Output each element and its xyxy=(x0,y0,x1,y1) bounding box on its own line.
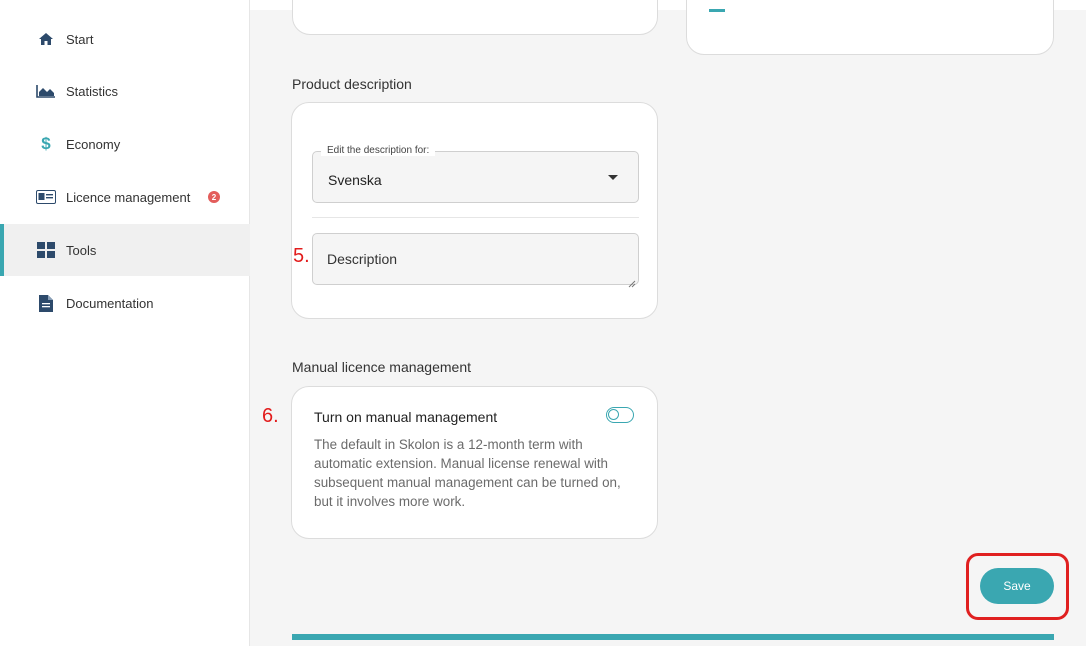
manual-management-description: The default in Skolon is a 12-month term… xyxy=(314,437,621,509)
sidebar-item-tools[interactable]: Tools xyxy=(0,224,250,276)
sidebar-item-documentation[interactable]: Documentation xyxy=(0,277,250,329)
next-section-title-cropped xyxy=(292,640,622,646)
sidebar-item-licence-management[interactable]: Licence management 2 xyxy=(0,171,250,223)
sidebar-item-label: Economy xyxy=(66,136,121,152)
resize-grip-icon[interactable] xyxy=(628,275,636,288)
annotation-step-5: 5. xyxy=(293,245,310,267)
manual-licence-card: Turn on manual management The default in… xyxy=(291,386,658,539)
annotation-step-6: 6. xyxy=(262,405,279,427)
area-chart-icon xyxy=(36,81,56,101)
toggle-knob xyxy=(608,409,619,420)
sidebar: Start Statistics $ Economy Licence manag… xyxy=(0,0,250,646)
sidebar-item-label: Licence management xyxy=(66,189,191,205)
sidebar-item-label: Tools xyxy=(66,242,97,258)
toggle-label: Turn on manual management xyxy=(314,409,498,425)
description-input[interactable] xyxy=(312,233,639,285)
sidebar-item-economy[interactable]: $ Economy xyxy=(0,118,250,170)
sidebar-item-statistics[interactable]: Statistics xyxy=(0,65,250,117)
notification-badge: 2 xyxy=(208,191,220,203)
previous-card-right xyxy=(686,0,1054,55)
product-description-card: Edit the description for: Svenska xyxy=(291,102,658,319)
grid-icon xyxy=(36,240,56,260)
previous-card xyxy=(292,0,658,35)
manual-management-toggle[interactable] xyxy=(606,407,634,423)
dollar-icon: $ xyxy=(41,134,51,153)
product-description-title: Product description xyxy=(292,76,412,92)
sidebar-item-label: Documentation xyxy=(66,295,154,311)
save-button[interactable]: Save xyxy=(980,568,1054,604)
sidebar-item-label: Statistics xyxy=(66,83,119,99)
document-icon xyxy=(36,293,56,313)
manual-licence-title: Manual licence management xyxy=(292,359,471,375)
id-card-icon xyxy=(36,187,56,207)
sidebar-item-label: Start xyxy=(66,31,94,47)
divider xyxy=(312,217,639,218)
sidebar-item-start[interactable]: Start xyxy=(0,13,250,65)
language-select[interactable]: Edit the description for: Svenska xyxy=(312,145,639,203)
select-legend: Edit the description for: xyxy=(321,145,436,156)
home-icon xyxy=(36,29,56,49)
chevron-down-icon xyxy=(608,175,618,180)
select-value: Svenska xyxy=(328,172,382,188)
cropped-control-icon xyxy=(709,9,725,12)
